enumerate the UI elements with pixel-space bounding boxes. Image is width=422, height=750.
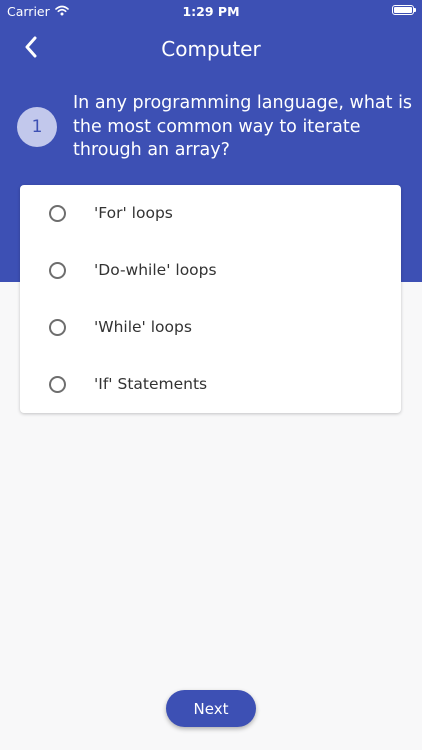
answer-option-label: 'While' loops [94,318,192,336]
next-button[interactable]: Next [166,690,256,727]
status-time: 1:29 PM [182,4,240,19]
answer-option[interactable]: 'For' loops [20,185,401,242]
answer-option-label: 'Do-while' loops [94,261,217,279]
answer-option[interactable]: 'While' loops [20,299,401,356]
radio-button-icon[interactable] [49,319,66,336]
battery-icon [392,5,416,15]
answer-option-label: 'If' Statements [94,375,208,393]
answer-option-label: 'For' loops [94,204,173,222]
question-text: In any programming language, what is the… [73,93,413,160]
page-title: Computer [161,37,261,61]
question-number-badge: 1 [17,107,57,147]
options-card: 'For' loops 'Do-while' loops 'While' loo… [20,185,401,413]
answer-option[interactable]: 'If' Statements [20,356,401,413]
status-bar: Carrier 1:29 PM [0,0,422,22]
radio-button-icon[interactable] [49,376,66,393]
battery-fill [394,7,412,13]
radio-button-icon[interactable] [49,205,66,222]
answer-option[interactable]: 'Do-while' loops [20,242,401,299]
radio-button-icon[interactable] [49,262,66,279]
